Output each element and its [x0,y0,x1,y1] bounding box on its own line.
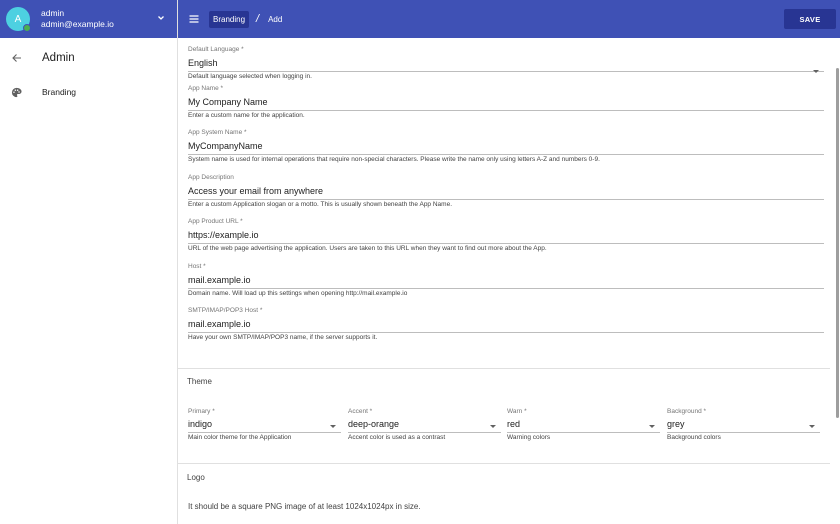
save-button[interactable]: SAVE [784,9,836,29]
field-label: Host * [188,263,206,270]
field-underline [188,332,824,333]
field-value: mail.example.io [188,275,251,285]
field-label: Accent * [348,408,373,415]
field-label: Default Language * [188,46,244,53]
field-hint: Warning colors [507,434,551,441]
breadcrumb-separator: / [256,13,260,25]
field-hint: System name is used for internal operati… [188,156,600,163]
field-underline [188,243,824,244]
field-hint: Accent color is used as a contrast [348,434,446,441]
field-underline [188,288,824,289]
field-underline [348,432,501,433]
logo-hint: It should be a square PNG image of at le… [188,502,421,511]
arrow-back-icon[interactable] [11,52,23,64]
field-value: mail.example.io [188,319,251,329]
breadcrumb-add: Add [268,14,283,24]
field-value: MyCompanyName [188,141,263,151]
scrollbar-thumb[interactable] [836,68,839,418]
primary-color-select[interactable]: Primary * indigo Main color theme for th… [188,408,341,441]
top-bar: Branding / Add SAVE [178,0,840,38]
admin-title: Admin [42,52,75,64]
field-value: red [507,419,521,429]
field-hint: Default language selected when logging i… [188,73,312,80]
field-hint: Domain name. Will load up this settings … [188,290,408,297]
field-label: App Product URL * [188,218,243,225]
online-status-dot [23,24,31,32]
smtp-host-input[interactable]: SMTP/IMAP/POP3 Host * mail.example.io Ha… [188,307,824,341]
breadcrumb-branding[interactable]: Branding [209,10,250,28]
logo-section-title: Logo [187,473,205,482]
field-label: Primary * [188,408,215,415]
field-hint: Main color theme for the Application [188,434,292,441]
field-label: Background * [667,408,707,415]
section-divider [178,368,830,369]
field-underline [188,432,341,433]
field-label: App Description [188,174,234,181]
menu-icon[interactable] [188,13,200,25]
app-product-url-input[interactable]: App Product URL * https://example.io URL… [188,218,824,252]
app-name-input[interactable]: App Name * My Company Name Enter a custo… [188,85,824,119]
field-label: SMTP/IMAP/POP3 Host * [188,307,263,314]
sidebar-item-label: Branding [42,87,77,97]
app-system-name-input[interactable]: App System Name * MyCompanyName System n… [188,129,824,163]
background-color-select[interactable]: Background * grey Background colors [667,408,820,441]
field-value: grey [667,419,685,429]
app-description-input[interactable]: App Description Access your email from a… [188,174,824,208]
field-underline [507,432,660,433]
warn-color-select[interactable]: Warn * red Warning colors [507,408,660,441]
user-name: admin [41,8,65,18]
avatar-initial: A [14,13,22,25]
field-underline [188,110,824,111]
accent-color-select[interactable]: Accent * deep-orange Accent color is use… [348,408,501,441]
field-underline [188,154,824,155]
palette-icon [11,87,22,97]
field-hint: URL of the web page advertising the appl… [188,245,547,252]
field-hint: Have your own SMTP/IMAP/POP3 name, if th… [188,334,378,341]
field-label: App Name * [188,85,224,92]
field-value: https://example.io [188,230,259,240]
field-label: Warn * [507,408,527,415]
field-value: deep-orange [348,419,400,429]
dropdown-arrow-icon [649,425,655,428]
field-hint: Enter a custom name for the application. [188,112,305,119]
field-value: indigo [188,419,213,429]
default-language-select[interactable]: Default Language * English Default langu… [188,46,824,80]
field-underline [188,199,824,200]
chevron-down-icon[interactable] [155,12,167,24]
dropdown-arrow-icon [813,70,819,73]
dropdown-arrow-icon [809,425,815,428]
host-input[interactable]: Host * mail.example.io Domain name. Will… [188,263,824,297]
field-underline [667,432,820,433]
dropdown-arrow-icon [330,425,336,428]
sidebar-item-branding[interactable]: Branding [0,78,177,106]
field-value: Access your email from anywhere [188,186,324,196]
field-value: English [188,58,218,68]
field-value: My Company Name [188,97,268,107]
field-underline [188,71,824,72]
section-divider [178,463,830,464]
avatar[interactable]: A [6,7,31,32]
branding-form: Default Language * English Default langu… [178,38,840,524]
sidebar: A admin admin@example.io Admin Branding [0,0,178,524]
field-hint: Background colors [667,434,721,441]
admin-header: Admin [0,38,177,78]
theme-section-title: Theme [187,377,212,386]
user-info: admin admin@example.io [41,8,114,30]
user-email: admin@example.io [41,19,114,29]
field-label: App System Name * [188,129,247,136]
user-header[interactable]: A admin admin@example.io [0,0,177,38]
dropdown-arrow-icon [490,425,496,428]
field-hint: Enter a custom Application slogan or a m… [188,201,453,208]
